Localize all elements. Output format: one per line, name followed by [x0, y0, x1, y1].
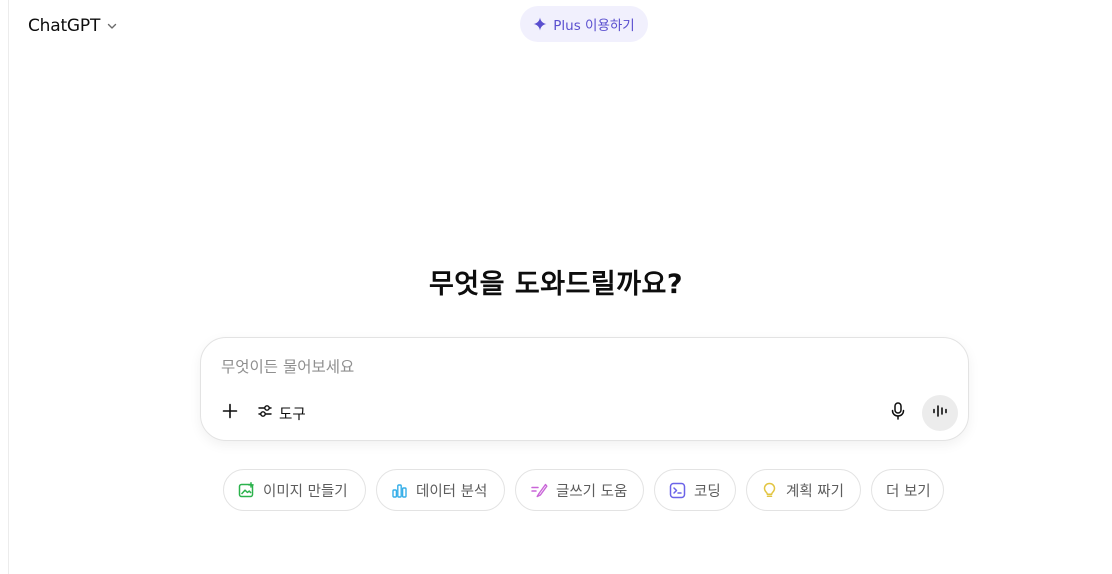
voice-mode-button[interactable] — [922, 395, 958, 431]
pen-icon — [530, 482, 548, 499]
suggestion-data-analysis[interactable]: 데이터 분석 — [376, 469, 505, 511]
model-switcher[interactable]: ChatGPT — [20, 10, 126, 42]
tools-button[interactable]: 도구 — [251, 398, 312, 428]
lightbulb-icon — [761, 482, 778, 499]
suggestion-chips: 이미지 만들기 데이터 분석 글쓰기 도움 코딩 계획 짜기 더 보기 — [0, 469, 1112, 511]
sliders-icon — [257, 403, 273, 423]
prompt-input[interactable]: 무엇이든 물어보세요 — [221, 355, 354, 377]
composer: 무엇이든 물어보세요 도구 — [200, 337, 969, 441]
page-title: 무엇을 도와드릴까요? — [428, 269, 684, 300]
suggestion-more[interactable]: 더 보기 — [871, 469, 944, 511]
audio-waveform-icon — [932, 403, 948, 423]
suggestion-label: 더 보기 — [886, 483, 931, 500]
microphone-icon — [890, 402, 906, 424]
dictation-button[interactable] — [883, 398, 913, 428]
bar-chart-icon — [391, 482, 408, 499]
suggestion-coding[interactable]: 코딩 — [654, 469, 736, 511]
add-attachment-button[interactable] — [215, 398, 245, 428]
sparkle-icon — [533, 17, 547, 31]
suggestion-writing-help[interactable]: 글쓰기 도움 — [515, 469, 644, 511]
chat-page: ChatGPT Plus 이용하기 무엇을 도와드릴까요? 무엇이든 물어보세요 — [0, 0, 1112, 574]
upgrade-plus-label: Plus 이용하기 — [553, 18, 635, 34]
image-create-icon — [238, 481, 255, 499]
suggestion-planning[interactable]: 계획 짜기 — [746, 469, 861, 511]
suggestion-label: 이미지 만들기 — [263, 483, 348, 500]
plus-icon — [221, 402, 239, 424]
upgrade-plus-button[interactable]: Plus 이용하기 — [520, 6, 648, 42]
chevron-down-icon — [106, 20, 118, 32]
tools-label: 도구 — [279, 406, 306, 423]
suggestion-label: 글쓰기 도움 — [556, 483, 628, 500]
suggestion-label: 계획 짜기 — [786, 483, 844, 500]
code-terminal-icon — [669, 482, 686, 499]
suggestion-label: 코딩 — [694, 483, 721, 500]
suggestion-image-create[interactable]: 이미지 만들기 — [223, 469, 366, 511]
model-name: ChatGPT — [28, 16, 101, 36]
suggestion-label: 데이터 분석 — [416, 483, 488, 500]
